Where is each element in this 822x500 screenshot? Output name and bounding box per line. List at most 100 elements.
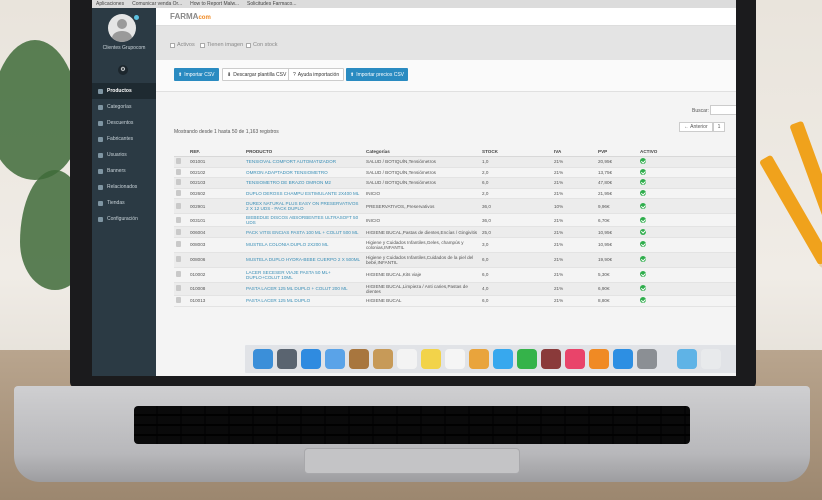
cell-product-link[interactable]: BIEBEDUE DISCOS ABSORBENTES ULTRASOFT 50… [244,213,364,228]
facetime-icon[interactable] [517,349,537,369]
safari-icon[interactable] [301,349,321,369]
table-row[interactable]: 002103 TENSIOMETRO DE BRAZO OMRON M2 SALUD… [174,177,736,189]
table-row[interactable]: 008003 MUSTELA COLONIA DUPLO 2X200 ML Higi… [174,237,736,253]
sidebar-item-productos[interactable]: Productos [92,83,156,99]
cell-product-link[interactable]: LACER SECESER VIAJE PASTA 50 ML+ DUPLO+C… [244,267,364,283]
cell-product-link[interactable]: MUSTELA COLONIA DUPLO 2X200 ML [244,237,364,253]
table-row[interactable]: 010013 PASTA LACER 125 ML DUPLO HIGIENE BU… [174,295,736,307]
bookmark-item[interactable]: Solicitudes Farmaco... [247,1,296,7]
cell-product-link[interactable]: TENSIOVAL COMFORT AUTOMATIZADOR [244,156,364,168]
cell-category: INICIO [364,213,480,228]
cell-product-link[interactable]: OMRON ADAPTADOR TENSIOMETRO [244,167,364,179]
photos-icon[interactable] [469,349,489,369]
check-circle-icon[interactable] [640,202,646,209]
cell-product-link[interactable]: PASTA LACER 125 ML DUPLO + COLUT 200 ML [244,282,364,296]
sidebar-item-relacionados[interactable]: Relacionados [92,179,156,195]
column-header-activo[interactable]: ACTIVO [638,147,736,157]
reminders-icon[interactable] [445,349,465,369]
check-circle-icon[interactable] [640,216,646,223]
search-input[interactable] [710,105,736,115]
column-header-ref[interactable]: REF. [188,147,244,157]
cell-pvp: 6,70€ [596,213,638,228]
table-row[interactable]: 003101 BIEBEDUE DISCOS ABSORBENTES ULTRAS… [174,213,736,228]
finder-icon[interactable] [253,349,273,369]
mail-icon[interactable] [325,349,345,369]
filter-activos-checkbox[interactable]: Activos [170,42,195,48]
filter-stock-checkbox[interactable]: Con stock [246,42,277,48]
filter-imagen-checkbox[interactable]: Tienen imagen [200,42,243,48]
trackpad[interactable] [304,448,520,474]
keyboard[interactable] [134,406,690,444]
table-row[interactable]: 002901 DUREX NATURAL PLUS EASY ON PRESERV… [174,198,736,215]
cell-product-link[interactable]: PACK VITIS ENCIAS PASTA 100 ML + COLUT 5… [244,226,364,238]
table-header-row: REF. PRODUCTO Categorías STOCK IVA PVP A… [174,147,736,157]
check-circle-icon[interactable] [640,297,646,304]
check-circle-icon[interactable] [640,228,646,235]
music-icon[interactable] [565,349,585,369]
cell-category: HIGIENE BUCAL,Limpieza / Anti caries,Pas… [364,282,480,296]
cell-product-link[interactable]: DUREX NATURAL PLUS EASY ON PRESERVATIVOS… [244,198,364,215]
sidebar-item-categorias[interactable]: Categorías [92,99,156,115]
table-row[interactable]: 002602 DUPLO DEROSS CHAMPU ESTIMULANTE 2X… [174,188,736,200]
bookmark-item[interactable]: Aplicaciones [96,1,124,7]
app-store-icon[interactable] [613,349,633,369]
cell-iva: 21% [552,237,596,253]
table-row[interactable]: 006004 PACK VITIS ENCIAS PASTA 100 ML + C… [174,226,736,238]
cell-thumb [174,226,188,238]
cell-product-link[interactable]: TENSIOMETRO DE BRAZO OMRON M2 [244,177,364,189]
notes-icon[interactable] [421,349,441,369]
check-circle-icon[interactable] [640,190,646,197]
table-row[interactable]: 008006 MUSTELA DUPLO HYDRA-BEBE CUERPO 2 … [174,252,736,268]
import-csv-button[interactable]: ⬆ Importar CSV [174,68,219,81]
sidebar-item-configuracion[interactable]: Configuración [92,211,156,227]
column-header-stock[interactable]: STOCK [480,147,552,157]
column-header-producto[interactable]: PRODUCTO [244,147,364,157]
column-header-categorias[interactable]: Categorías [364,147,480,157]
table-row[interactable]: 002102 OMRON ADAPTADOR TENSIOMETRO SALUD /… [174,167,736,179]
previous-page-button[interactable]: ← Anterior [679,122,713,132]
cell-product-link[interactable]: MUSTELA DUPLO HYDRA-BEBE CUERPO 2 X 500M… [244,252,364,268]
download-template-button[interactable]: ⬇ Descargar plantilla CSV [222,68,292,81]
sidebar-item-banners[interactable]: Banners [92,163,156,179]
cell-thumb [174,213,188,228]
calendar-icon[interactable] [397,349,417,369]
ibooks-icon[interactable] [589,349,609,369]
column-header-iva[interactable]: IVA [552,147,596,157]
check-circle-icon[interactable] [640,271,646,278]
cell-stock: 36,0 [480,198,552,215]
check-circle-icon[interactable] [640,241,646,248]
sidebar-item-tiendas[interactable]: Tiendas [92,195,156,211]
bookmark-item[interactable]: How to Report Malw... [190,1,239,7]
table-row[interactable]: 010002 LACER SECESER VIAJE PASTA 50 ML+ D… [174,267,736,283]
folder-icon[interactable] [677,349,697,369]
table-row[interactable]: 001001 TENSIOVAL COMFORT AUTOMATIZADOR SAL… [174,156,736,168]
launchpad-icon[interactable] [277,349,297,369]
check-circle-icon[interactable] [640,179,646,186]
import-help-button[interactable]: ? Ayuda importación [288,68,345,81]
gear-icon[interactable]: ⚙ [118,65,128,75]
page-1-button[interactable]: 1 [712,122,726,132]
import-prices-button[interactable]: ⬆ Importar precios CSV [346,68,408,81]
sidebar-item-usuarios[interactable]: Usuarios [92,147,156,163]
logo[interactable]: FARMAcom [170,12,211,21]
preferences-icon[interactable] [637,349,657,369]
messages-icon[interactable] [493,349,513,369]
bookmark-item[interactable]: Comunicar venda Or... [132,1,182,7]
cell-product-link[interactable]: PASTA LACER 125 ML DUPLO [244,295,364,307]
column-header-pvp[interactable]: PVP [596,147,638,157]
photo-booth-icon[interactable] [541,349,561,369]
check-circle-icon[interactable] [640,285,646,292]
filters-panel: Activos Tienen imagen Con stock [156,26,736,60]
check-circle-icon[interactable] [640,158,646,165]
check-circle-icon[interactable] [640,168,646,175]
notebook-icon[interactable] [349,349,369,369]
cell-product-link[interactable]: DUPLO DEROSS CHAMPU ESTIMULANTE 2X400 ML [244,188,364,200]
sidebar-item-descuentos[interactable]: Descuentos [92,115,156,131]
check-circle-icon[interactable] [640,256,646,263]
sidebar-item-fabricantes[interactable]: Fabricantes [92,131,156,147]
contacts-icon[interactable] [373,349,393,369]
cell-stock: 2,0 [480,188,552,200]
table-row[interactable]: 010008 PASTA LACER 125 ML DUPLO + COLUT 2… [174,282,736,296]
avatar[interactable] [108,14,136,42]
trash-icon[interactable] [701,349,721,369]
